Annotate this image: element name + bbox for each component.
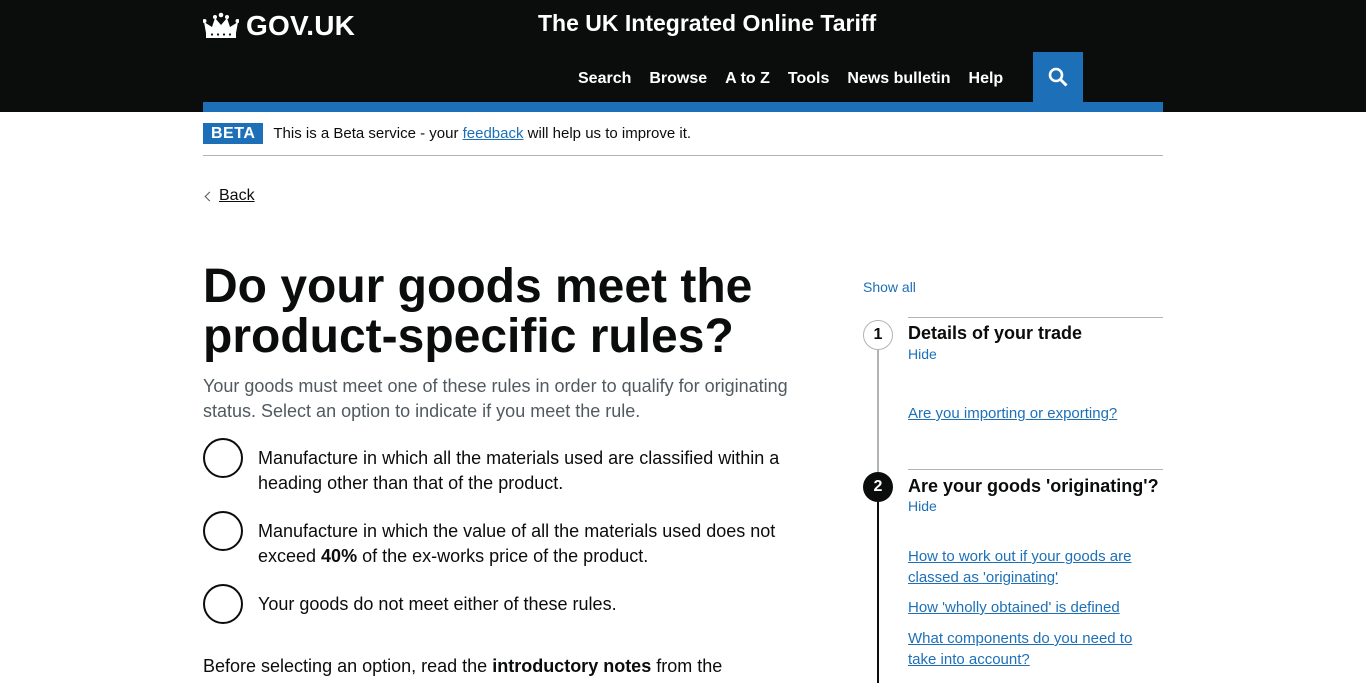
radio-button[interactable] (203, 438, 243, 478)
page-title: Do your goods meet the product-specific … (203, 260, 753, 363)
radio-label-after: of the ex-works price of the product. (357, 546, 649, 566)
nav-help[interactable]: Help (969, 70, 1004, 88)
step-2-number: 2 (863, 472, 893, 502)
step-2-link-components[interactable]: What components do you need to take into… (908, 628, 1153, 670)
phase-text-after: will help us to improve it. (523, 125, 692, 142)
phase-text-before: This is a Beta service - your (273, 125, 463, 142)
chevron-left-icon (204, 191, 215, 201)
radio-button[interactable] (203, 511, 243, 551)
nav-tools[interactable]: Tools (788, 70, 829, 88)
radio-label: Manufacture in which the value of all th… (258, 511, 813, 569)
step-1-line (877, 350, 879, 472)
crown-icon (203, 12, 239, 38)
beta-tag: BETA (203, 123, 264, 144)
step-2-link-originating[interactable]: How to work out if your goods are classe… (908, 546, 1153, 588)
step-2-hide-toggle[interactable]: Hide (908, 498, 937, 514)
radio-label-percentage: 40% (321, 546, 358, 566)
step-1-link-importing-exporting[interactable]: Are you importing or exporting? (908, 403, 1153, 424)
step-2-title[interactable]: Are your goods 'originating'? (908, 476, 1159, 497)
back-link[interactable]: Back (219, 187, 255, 205)
back-link-container: Back (203, 187, 255, 205)
phase-banner: BETA This is a Beta service - your feedb… (203, 112, 1163, 156)
introductory-notes-text: Before selecting an option, read the int… (203, 654, 722, 679)
step-1-hide-toggle[interactable]: Hide (908, 346, 937, 362)
bottom-text-after: from the (651, 656, 723, 676)
step-2-link-wholly-obtained[interactable]: How 'wholly obtained' is defined (908, 597, 1153, 618)
nav-browse[interactable]: Browse (649, 70, 707, 88)
radio-label: Manufacture in which all the materials u… (258, 448, 780, 493)
site-header: GOV.UK The UK Integrated Online Tariff S… (0, 0, 1366, 112)
step-2-line (877, 502, 879, 683)
page-hint: Your goods must meet one of these rules … (203, 376, 788, 421)
nav-search[interactable]: Search (578, 70, 631, 88)
search-icon (1048, 67, 1068, 87)
show-all-steps-button[interactable]: Show all (863, 279, 916, 295)
step-1-number: 1 (863, 320, 893, 350)
feedback-link[interactable]: feedback (463, 125, 524, 142)
govuk-logo-link[interactable]: GOV.UK (203, 8, 355, 44)
introductory-notes-bold: introductory notes (492, 656, 652, 676)
service-name-link[interactable]: The UK Integrated Online Tariff (538, 10, 876, 37)
step-1-title[interactable]: Details of your trade (908, 323, 1082, 344)
step-1-divider (908, 317, 1163, 318)
radio-button[interactable] (203, 584, 243, 624)
rule-option-none[interactable]: Your goods do not meet either of these r… (203, 584, 617, 624)
header-navigation: Search Browse A to Z Tools News bulletin… (578, 70, 1021, 88)
rule-option-value-threshold[interactable]: Manufacture in which the value of all th… (203, 511, 813, 569)
logo-text: GOV.UK (246, 10, 356, 41)
bottom-text-before: Before selecting an option, read the (203, 656, 493, 676)
rule-option-heading-change[interactable]: Manufacture in which all the materials u… (203, 438, 813, 496)
header-blue-bar (203, 102, 1163, 112)
nav-a-to-z[interactable]: A to Z (725, 70, 770, 88)
phase-banner-text: This is a Beta service - your feedback w… (273, 125, 691, 142)
step-2-divider (908, 469, 1163, 470)
nav-news-bulletin[interactable]: News bulletin (847, 70, 950, 88)
radio-label: Your goods do not meet either of these r… (258, 594, 617, 614)
search-toggle-button[interactable] (1033, 52, 1083, 102)
